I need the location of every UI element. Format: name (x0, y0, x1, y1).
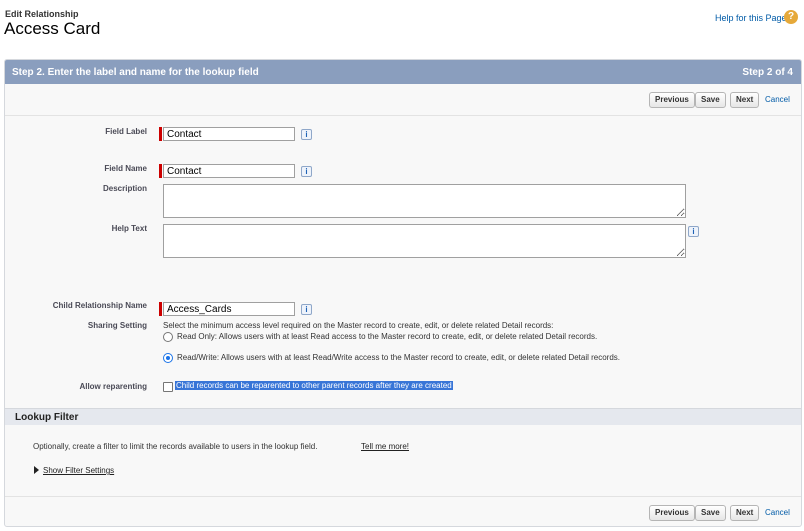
field-label-input[interactable] (163, 127, 295, 141)
page-header: Edit Relationship Access Card Help for t… (0, 0, 804, 58)
previous-button[interactable]: Previous (649, 505, 695, 521)
save-button[interactable]: Save (695, 92, 726, 108)
next-button[interactable]: Next (730, 92, 760, 108)
help-icon[interactable]: ? (784, 10, 798, 24)
info-icon[interactable]: i (301, 304, 312, 315)
required-indicator (159, 127, 162, 141)
breadcrumb: Edit Relationship (5, 9, 79, 19)
read-only-radio[interactable] (163, 332, 173, 342)
cancel-link[interactable]: Cancel (765, 95, 790, 104)
info-icon[interactable]: i (688, 226, 699, 237)
tell-me-more-link[interactable]: Tell me more! (361, 442, 409, 451)
read-only-option-label[interactable]: Read Only: Allows users with at least Re… (177, 332, 597, 341)
lookup-filter-description: Optionally, create a filter to limit the… (33, 442, 318, 451)
cancel-link[interactable]: Cancel (765, 508, 790, 517)
child-relationship-name-label: Child Relationship Name (52, 301, 147, 310)
field-label-label: Field Label (105, 127, 147, 136)
info-icon[interactable]: i (301, 166, 312, 177)
field-name-input[interactable] (163, 164, 295, 178)
read-write-option-label[interactable]: Read/Write: Allows users with at least R… (177, 353, 620, 362)
lookup-filter-section-header: Lookup Filter (5, 408, 801, 425)
description-label: Description (102, 184, 147, 193)
top-button-bar: Previous Save Next Cancel (5, 84, 801, 116)
help-text-label: Help Text (111, 224, 147, 233)
required-indicator (159, 302, 162, 316)
step-title: Step 2. Enter the label and name for the… (12, 67, 259, 78)
allow-reparenting-checkbox[interactable] (163, 382, 173, 392)
sharing-setting-intro: Select the minimum access level required… (163, 321, 554, 330)
help-link[interactable]: Help for this Page (715, 13, 787, 23)
show-filter-settings-link[interactable]: Show Filter Settings (43, 466, 114, 475)
previous-button[interactable]: Previous (649, 92, 695, 108)
field-name-label: Field Name (104, 164, 147, 173)
info-icon[interactable]: i (301, 129, 312, 140)
page-title: Access Card (4, 19, 101, 38)
lookup-filter-heading: Lookup Filter (15, 412, 79, 423)
edit-panel: Step 2. Enter the label and name for the… (4, 59, 802, 527)
read-write-radio[interactable] (163, 353, 173, 363)
allow-reparenting-label: Allow reparenting (79, 382, 147, 391)
help-text-textarea[interactable] (163, 224, 686, 258)
child-relationship-name-input[interactable] (163, 302, 295, 316)
required-indicator (159, 164, 162, 178)
step-count: Step 2 of 4 (742, 67, 793, 78)
save-button[interactable]: Save (695, 505, 726, 521)
description-textarea[interactable] (163, 184, 686, 218)
sharing-setting-label: Sharing Setting (87, 321, 147, 330)
next-button[interactable]: Next (730, 505, 760, 521)
expand-triangle-icon[interactable] (34, 466, 39, 474)
panel-header: Step 2. Enter the label and name for the… (5, 60, 801, 84)
allow-reparenting-checkbox-label[interactable]: Child records can be reparented to other… (175, 381, 453, 390)
bottom-button-bar: Previous Save Next Cancel (5, 496, 801, 526)
